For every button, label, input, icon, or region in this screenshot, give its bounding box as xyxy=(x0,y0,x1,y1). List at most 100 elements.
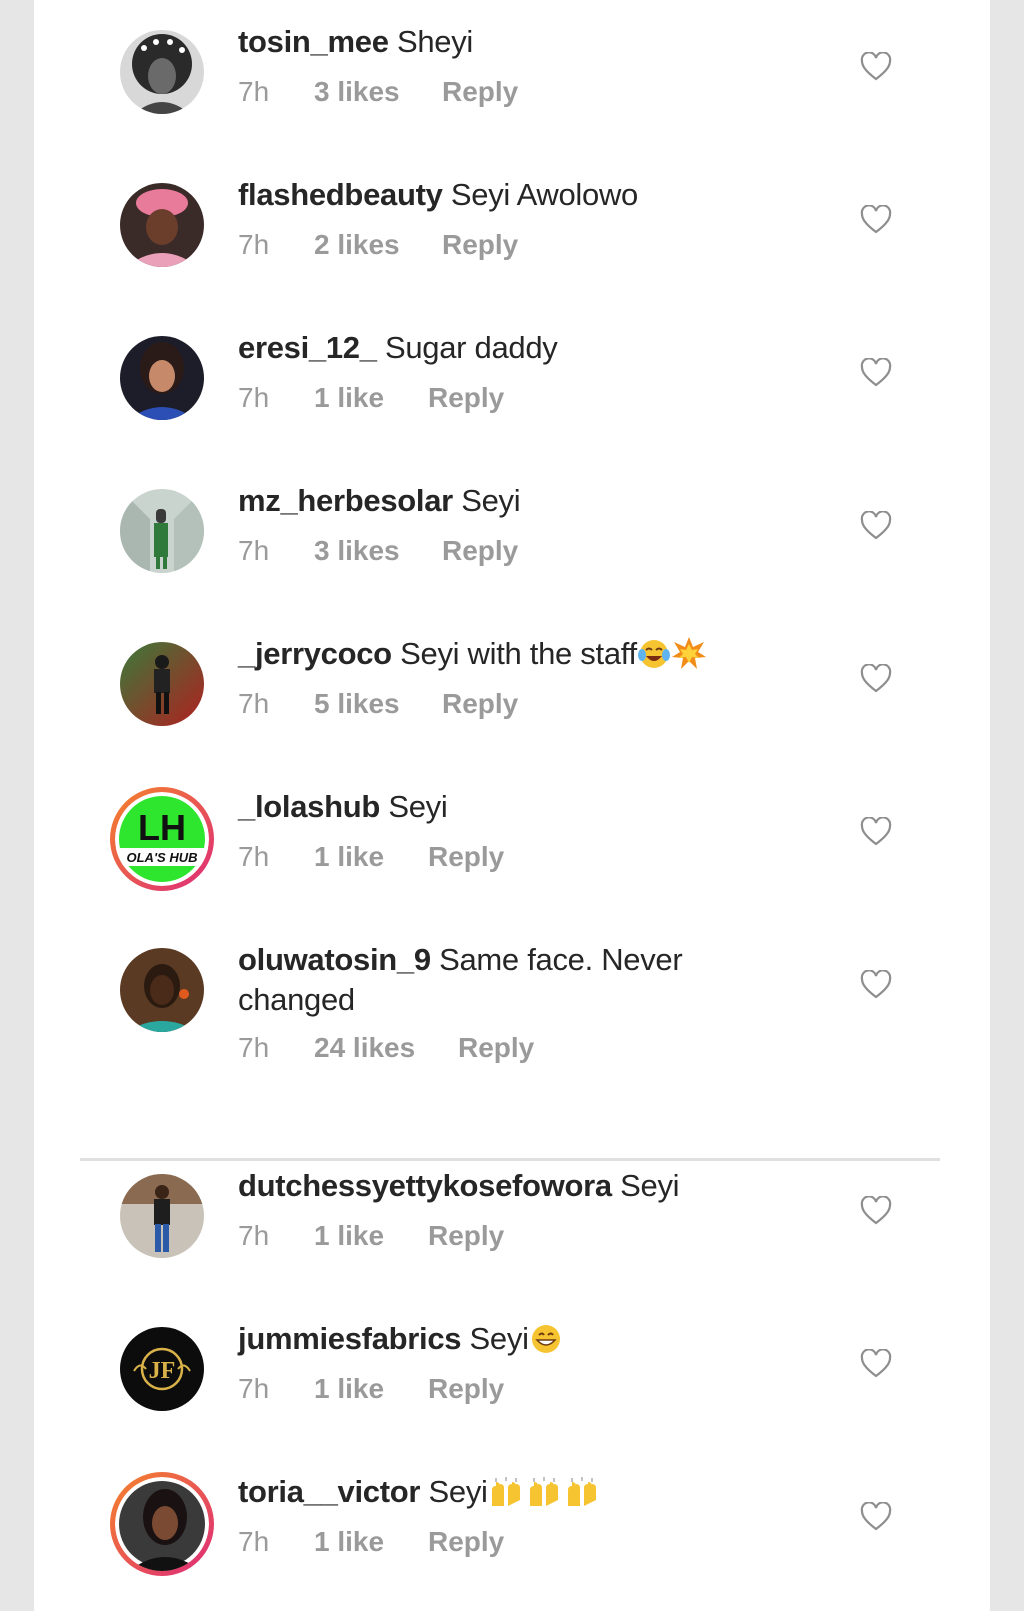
timestamp: 7h xyxy=(238,535,270,566)
username-link[interactable]: flashedbeauty xyxy=(238,177,443,212)
timestamp: 7h xyxy=(238,1032,270,1063)
comment-item: JF jummiesfabrics Seyi 7h 1 like Reply xyxy=(34,1319,990,1429)
avatar[interactable]: JF xyxy=(120,1327,204,1411)
likes-count[interactable]: 24 likes xyxy=(314,1032,458,1064)
reply-button[interactable]: Reply xyxy=(442,229,518,261)
comment-text: _lolashub Seyi xyxy=(238,787,758,827)
comment-item: mz_herbesolar Seyi 7h 3 likes Reply xyxy=(34,481,990,591)
heart-outline-icon[interactable] xyxy=(860,817,892,847)
reply-button[interactable]: Reply xyxy=(428,841,504,873)
avatar[interactable] xyxy=(120,948,204,1032)
avatar[interactable] xyxy=(120,489,204,573)
comment-meta: 7h 3 likes Reply xyxy=(238,76,518,108)
divider xyxy=(80,1158,940,1161)
heart-outline-icon[interactable] xyxy=(860,358,892,388)
reply-button[interactable]: Reply xyxy=(458,1032,534,1064)
timestamp: 7h xyxy=(238,229,270,260)
comment-meta: 7h 24 likes Reply xyxy=(238,1032,534,1064)
comments-panel: tosin_mee Sheyi 7h 3 likes Reply flashedbe… xyxy=(34,0,990,1611)
likes-count[interactable]: 5 likes xyxy=(314,688,442,720)
username-link[interactable]: _jerrycoco xyxy=(238,636,392,671)
reply-button[interactable]: Reply xyxy=(442,688,518,720)
username-link[interactable]: jummiesfabrics xyxy=(238,1321,462,1356)
comment-message: Seyi Awolowo xyxy=(442,177,638,212)
grinning-face-emoji xyxy=(531,1325,560,1353)
comment-text: tosin_mee Sheyi xyxy=(238,22,758,62)
avatar-story-ring[interactable]: LH OLA'S HUB xyxy=(110,787,214,891)
collision-emoji xyxy=(671,637,706,669)
comment-text: mz_herbesolar Seyi xyxy=(238,481,758,521)
comment-body: jummiesfabrics Seyi 7h 1 like Reply xyxy=(238,1319,758,1404)
comment-body: _jerrycoco Seyi with the staff 7h 5 likes… xyxy=(238,634,758,719)
avatar-story-ring[interactable] xyxy=(110,1472,214,1576)
comment-message: Seyi with the staff xyxy=(391,636,637,671)
comment-item: LH OLA'S HUB _lolashub Seyi 7h 1 like Repl… xyxy=(34,787,990,897)
timestamp: 7h xyxy=(238,1526,270,1557)
comment-message: Seyi xyxy=(452,483,521,518)
comment-body: toria__victor Seyi 7h 1 like Reply xyxy=(238,1472,758,1557)
reply-button[interactable]: Reply xyxy=(428,1220,504,1252)
reply-button[interactable]: Reply xyxy=(442,76,518,108)
comment-item: eresi_12_ Sugar daddy 7h 1 like Reply xyxy=(34,328,990,438)
heart-outline-icon[interactable] xyxy=(860,970,892,1000)
likes-count[interactable]: 3 likes xyxy=(314,76,442,108)
comment-item: _jerrycoco Seyi with the staff 7h 5 likes… xyxy=(34,634,990,744)
avatar[interactable] xyxy=(120,336,204,420)
comment-meta: 7h 1 like Reply xyxy=(238,382,504,414)
comment-meta: 7h 1 like Reply xyxy=(238,1373,504,1405)
username-link[interactable]: toria__victor xyxy=(238,1474,420,1509)
reply-button[interactable]: Reply xyxy=(442,535,518,567)
avatar[interactable] xyxy=(120,1174,204,1258)
face-with-tears-of-joy-emoji xyxy=(637,640,670,668)
timestamp: 7h xyxy=(238,382,270,413)
username-link[interactable]: _lolashub xyxy=(238,789,380,824)
username-link[interactable]: oluwatosin_9 xyxy=(238,942,431,977)
username-link[interactable]: eresi_12_ xyxy=(238,330,377,365)
reply-button[interactable]: Reply xyxy=(428,1373,504,1405)
likes-count[interactable]: 2 likes xyxy=(314,229,442,261)
comment-text: flashedbeauty Seyi Awolowo xyxy=(238,175,758,215)
raising-hands-emoji xyxy=(491,1477,520,1506)
comment-body: _lolashub Seyi 7h 1 like Reply xyxy=(238,787,758,872)
comment-body: eresi_12_ Sugar daddy 7h 1 like Reply xyxy=(238,328,758,413)
likes-count[interactable]: 1 like xyxy=(314,382,428,414)
heart-outline-icon[interactable] xyxy=(860,511,892,541)
comment-text: _jerrycoco Seyi with the staff xyxy=(238,634,758,674)
logo-main-text: LH xyxy=(138,807,186,848)
timestamp: 7h xyxy=(238,1373,270,1404)
comment-body: dutchessyettykosefowora Seyi 7h 1 like Rep… xyxy=(238,1166,758,1251)
timestamp: 7h xyxy=(238,688,270,719)
comment-item: flashedbeauty Seyi Awolowo 7h 2 likes Repl… xyxy=(34,175,990,285)
comment-meta: 7h 2 likes Reply xyxy=(238,229,518,261)
avatar[interactable] xyxy=(120,642,204,726)
heart-outline-icon[interactable] xyxy=(860,1502,892,1532)
comment-message: Seyi xyxy=(461,1321,529,1356)
comment-meta: 7h 1 like Reply xyxy=(238,841,504,873)
comment-message: Seyi xyxy=(420,1474,488,1509)
heart-outline-icon[interactable] xyxy=(860,1196,892,1226)
username-link[interactable]: mz_herbesolar xyxy=(238,483,453,518)
likes-count[interactable]: 3 likes xyxy=(314,535,442,567)
likes-count[interactable]: 1 like xyxy=(314,1373,428,1405)
username-link[interactable]: dutchessyettykosefowora xyxy=(238,1168,612,1203)
comment-body: mz_herbesolar Seyi 7h 3 likes Reply xyxy=(238,481,758,566)
avatar[interactable] xyxy=(120,183,204,267)
likes-count[interactable]: 1 like xyxy=(314,1220,428,1252)
likes-count[interactable]: 1 like xyxy=(314,841,428,873)
raising-hands-emoji xyxy=(529,1477,558,1506)
comment-item: tosin_mee Sheyi 7h 3 likes Reply xyxy=(34,22,990,132)
reply-button[interactable]: Reply xyxy=(428,1526,504,1558)
heart-outline-icon[interactable] xyxy=(860,664,892,694)
comment-meta: 7h 1 like Reply xyxy=(238,1220,504,1252)
heart-outline-icon[interactable] xyxy=(860,52,892,82)
comment-item: toria__victor Seyi 7h 1 like Reply xyxy=(34,1472,990,1592)
heart-outline-icon[interactable] xyxy=(860,1349,892,1379)
avatar[interactable] xyxy=(120,30,204,114)
username-link[interactable]: tosin_mee xyxy=(238,24,389,59)
timestamp: 7h xyxy=(238,1220,270,1251)
likes-count[interactable]: 1 like xyxy=(314,1526,428,1558)
comment-text: oluwatosin_9 Same face. Never changed xyxy=(238,940,738,1020)
timestamp: 7h xyxy=(238,841,270,872)
reply-button[interactable]: Reply xyxy=(428,382,504,414)
heart-outline-icon[interactable] xyxy=(860,205,892,235)
